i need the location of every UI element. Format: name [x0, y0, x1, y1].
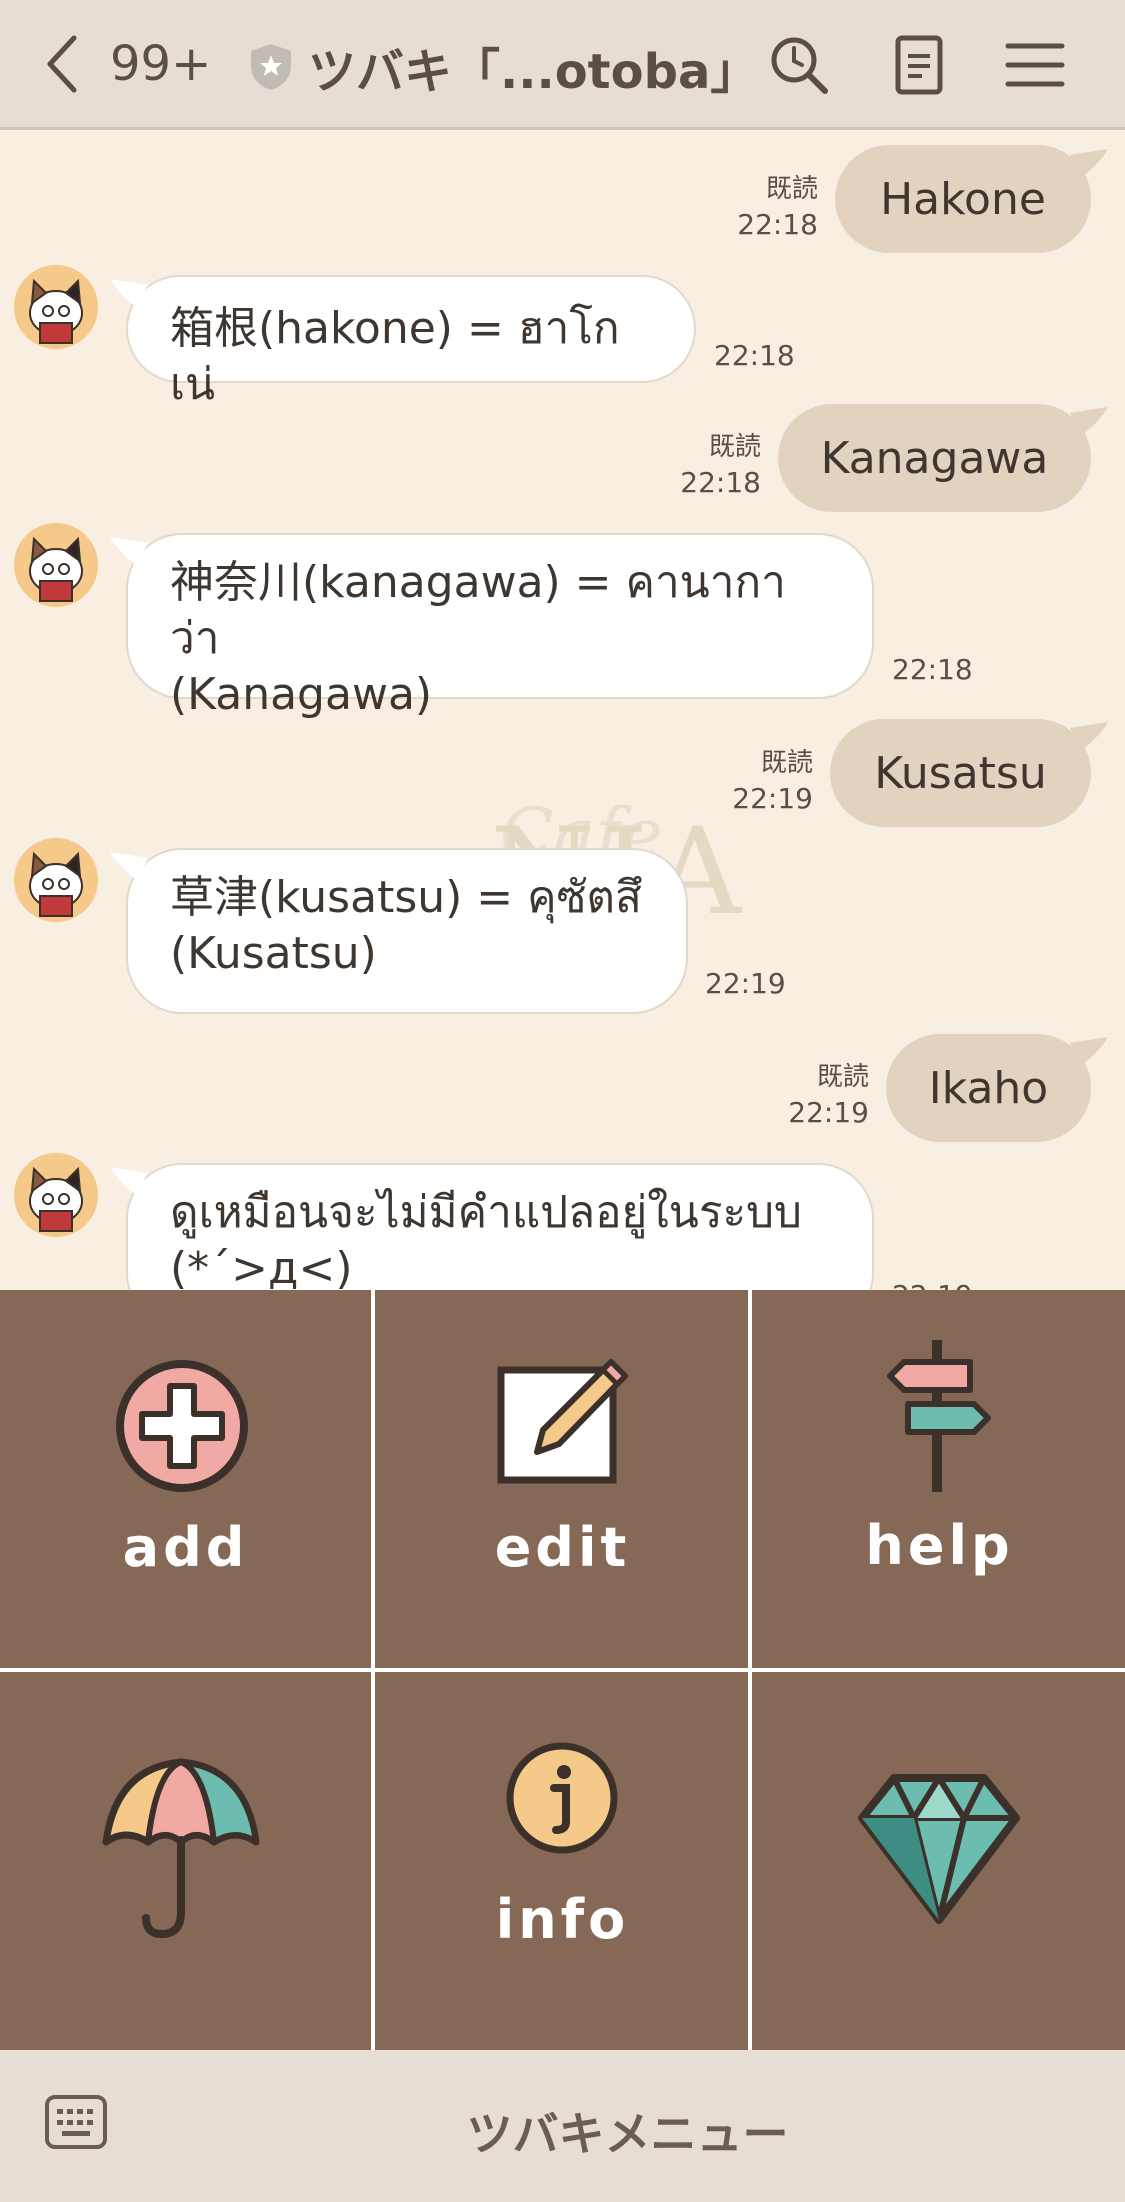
read-receipt: 既読 [765, 174, 818, 204]
message-time: 22:18 [714, 339, 795, 372]
message-text-line: (*´>д<) [170, 1243, 353, 1290]
message-text: Kanagawa [820, 432, 1049, 484]
menu-label: info [495, 1888, 630, 1951]
message-text: Hakone [880, 173, 1046, 225]
outgoing-message[interactable]: Ikaho [886, 1034, 1091, 1142]
message-time: 22:18 [680, 466, 761, 499]
message-meta: 既読 22:19 [788, 1059, 869, 1131]
info-icon [506, 1742, 618, 1854]
avatar[interactable] [14, 838, 98, 922]
menu-label: add [122, 1516, 249, 1579]
bubble-tail [110, 279, 148, 307]
rich-menu: add edit help info [0, 1290, 1125, 2050]
message-text-line: 草津(kusatsu) = คุซัตสึ [170, 872, 642, 923]
cat-avatar-icon [14, 838, 98, 922]
search-icon[interactable] [768, 34, 830, 96]
diamond-icon [858, 1774, 1020, 1924]
incoming-message[interactable]: 箱根(hakone) = ฮาโกเน่ [126, 275, 696, 410]
message-time: 22:19 [732, 782, 813, 815]
avatar[interactable] [14, 1153, 98, 1237]
menu-button-diamond[interactable] [754, 1672, 1125, 2050]
chat-title[interactable]: ツバキ「...otoba」 [308, 32, 758, 102]
message-text-line: ดูเหมือนจะไม่มีคำแปลอยู่ในระบบ [170, 1187, 802, 1238]
chat-header: 99+ ツバキ「...otoba」 [0, 0, 1125, 130]
menu-button-edit[interactable]: edit [377, 1290, 748, 1668]
message-time: 22:19 [705, 967, 786, 1000]
outgoing-message[interactable]: Kanagawa [778, 404, 1091, 512]
bubble-tail [110, 852, 148, 880]
bubble-tail [110, 537, 148, 565]
menu-label: edit [494, 1516, 631, 1579]
menu-button-help[interactable]: help [754, 1290, 1125, 1668]
bubble-tail [1070, 407, 1108, 435]
avatar[interactable] [14, 523, 98, 607]
incoming-message[interactable]: 神奈川(kanagawa) = คานากาว่า (Kanagawa) [126, 533, 874, 720]
message-time: 22:18 [892, 653, 973, 686]
menu-button-umbrella[interactable] [0, 1672, 371, 2050]
outgoing-message[interactable]: Hakone [835, 145, 1091, 253]
read-receipt: 既読 [760, 748, 813, 778]
message-text: Kusatsu [874, 747, 1047, 799]
cat-avatar-icon [14, 1153, 98, 1237]
unread-count[interactable]: 99+ [110, 36, 211, 92]
message-meta: 既読 22:19 [732, 745, 813, 817]
cat-avatar-icon [14, 523, 98, 607]
umbrella-icon [102, 1758, 260, 1939]
message-meta: 既読 22:18 [680, 429, 761, 501]
bubble-tail [1070, 1037, 1108, 1065]
rich-menu-toggle[interactable]: ツバキメニュー [0, 2098, 1125, 2164]
signpost-icon [887, 1340, 991, 1492]
message-meta: 既読 22:18 [737, 171, 818, 243]
outgoing-message[interactable]: Kusatsu [830, 719, 1091, 827]
menu-icon[interactable] [1004, 34, 1066, 96]
message-text-line: 神奈川(kanagawa) = คานากาว่า [170, 557, 786, 664]
message-text-line: (Kusatsu) [170, 928, 377, 979]
bubble-tail [1070, 149, 1108, 177]
notes-icon[interactable] [888, 34, 950, 96]
incoming-message[interactable]: ดูเหมือนจะไม่มีคำแปลอยู่ในระบบ (*´>д<) [126, 1163, 874, 1290]
menu-button-info[interactable]: info [377, 1672, 748, 2050]
message-text: Ikaho [928, 1062, 1049, 1114]
chat-area[interactable]: Cafe NIA 既読 22:18 Hakone 箱根(hakone) = ฮา… [0, 133, 1125, 1290]
message-time: 22:18 [737, 208, 818, 241]
shield-icon [251, 44, 291, 90]
chevron-left-icon[interactable] [42, 34, 82, 94]
cat-avatar-icon [14, 265, 98, 349]
bubble-tail [110, 1167, 148, 1195]
menu-label: help [865, 1514, 1014, 1577]
avatar[interactable] [14, 265, 98, 349]
bubble-tail [1070, 722, 1108, 750]
message-text: 箱根(hakone) = ฮาโกเน่ [170, 303, 620, 410]
menu-button-add[interactable]: add [0, 1290, 371, 1668]
plus-circle-icon [116, 1360, 248, 1492]
read-receipt: 既読 [708, 432, 761, 462]
menu-divider [0, 1668, 1125, 1672]
incoming-message[interactable]: 草津(kusatsu) = คุซัตสึ (Kusatsu) [126, 848, 688, 1014]
read-receipt: 既読 [816, 1062, 869, 1092]
message-text-line: (Kanagawa) [170, 669, 433, 720]
pencil-note-icon [497, 1358, 629, 1484]
message-time: 22:19 [788, 1096, 869, 1129]
footer-bar: ツバキメニュー [0, 2050, 1125, 2202]
message-time: 22:19 [892, 1279, 973, 1290]
